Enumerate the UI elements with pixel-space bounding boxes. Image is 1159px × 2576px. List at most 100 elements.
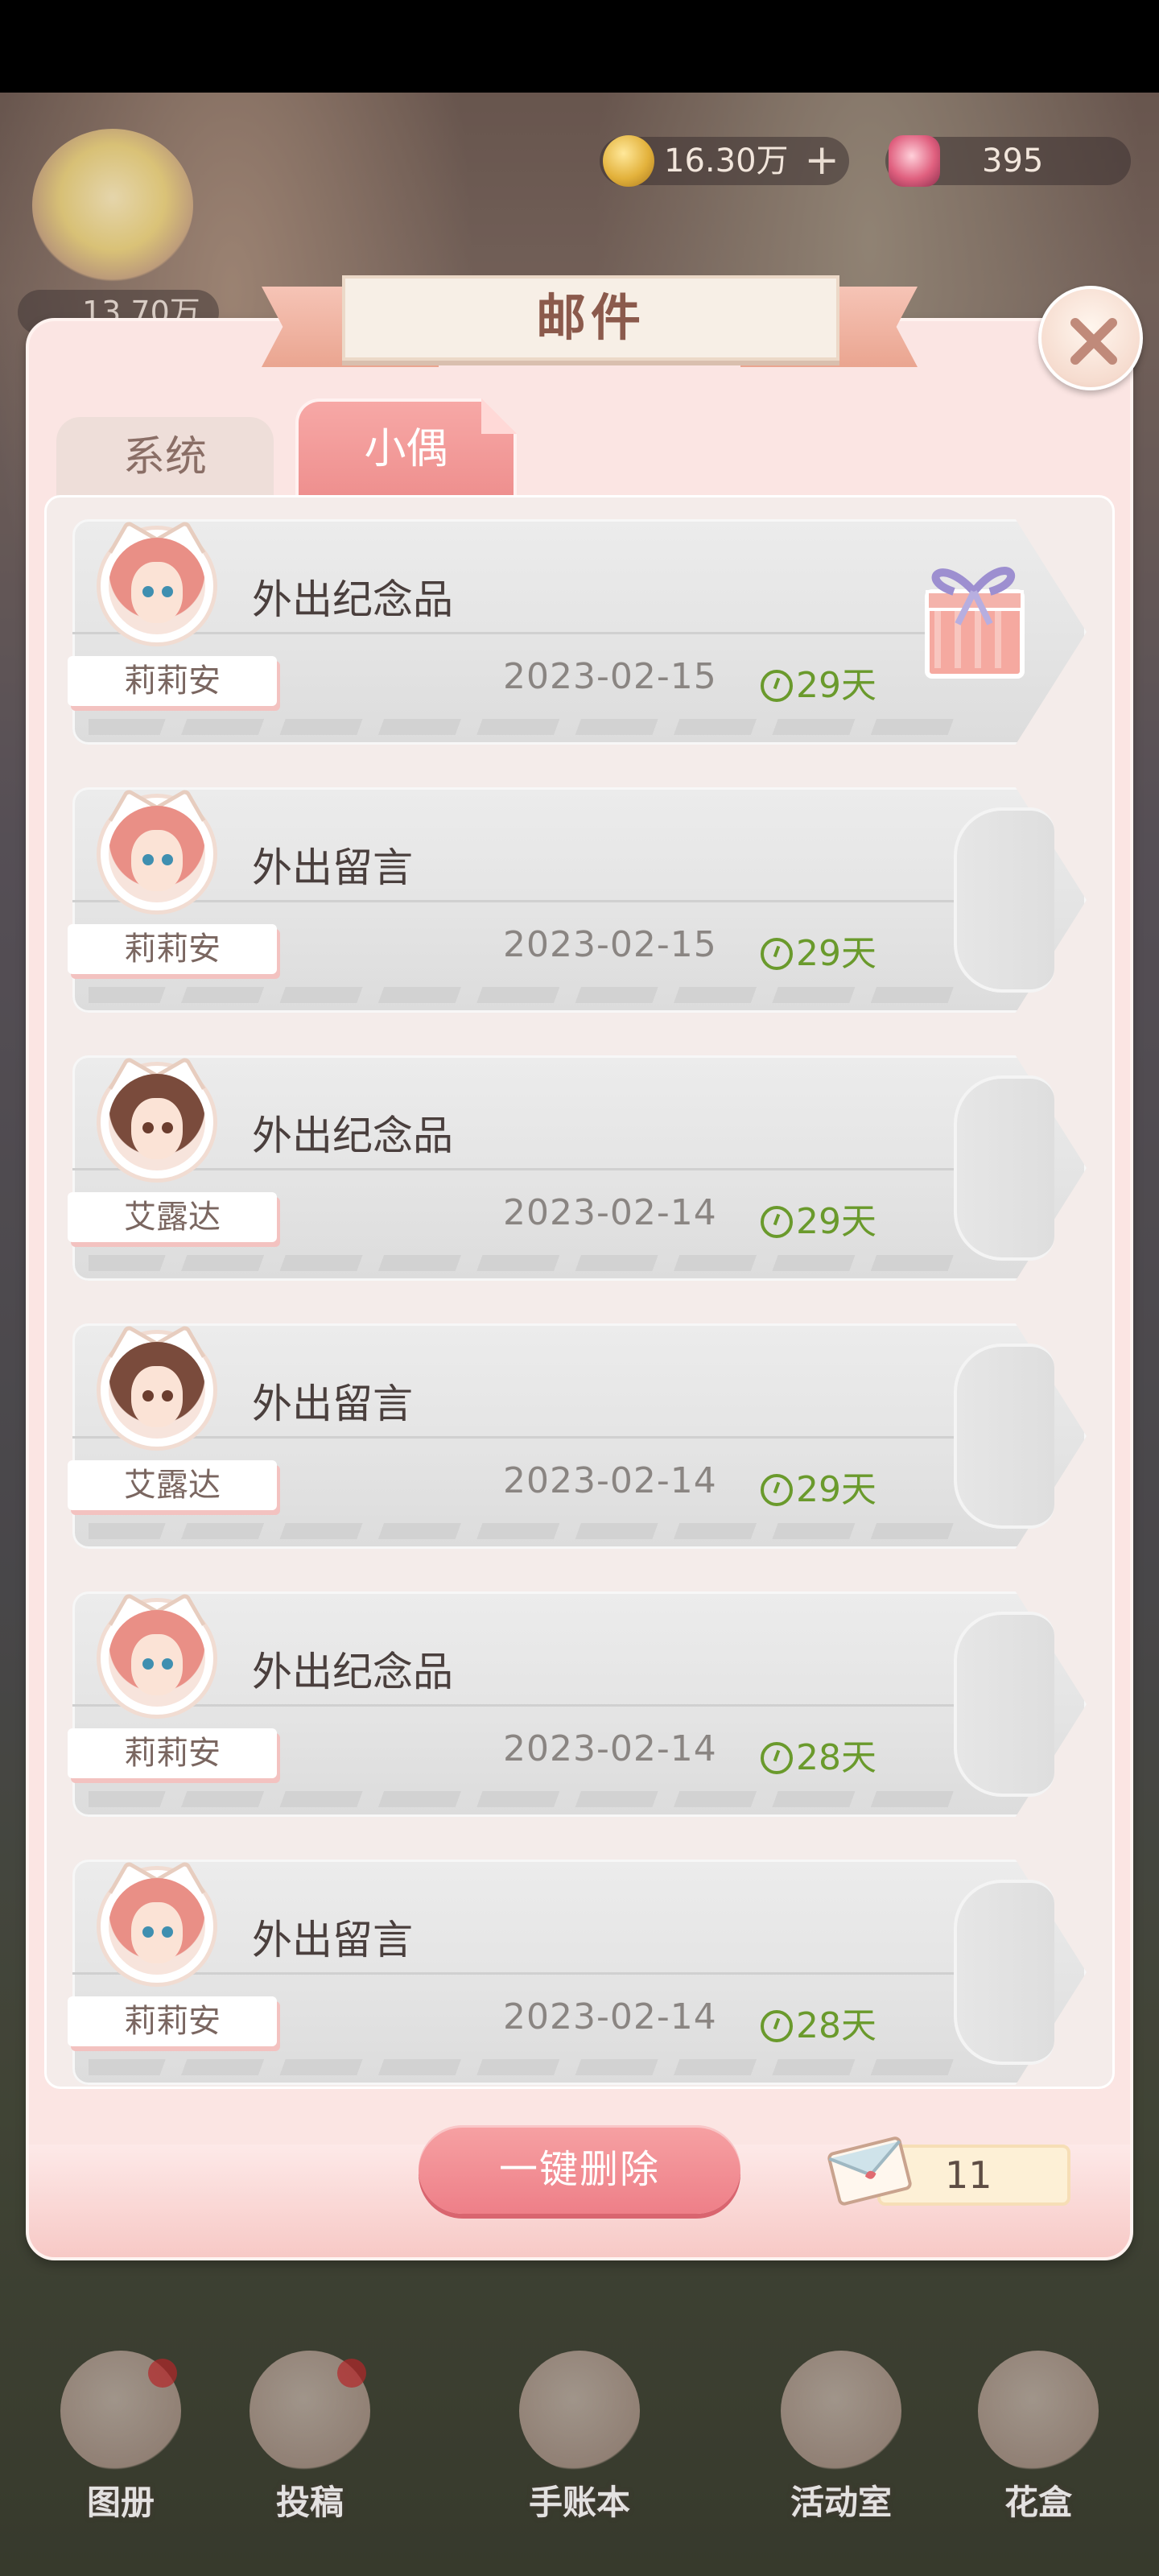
mail-divider <box>72 900 958 902</box>
doll-face-icon <box>109 1074 205 1170</box>
mail-subject: 外出纪念品 <box>252 1649 453 1695</box>
dock-item[interactable]: 手账本 <box>499 2334 660 2536</box>
delete-all-button[interactable]: 一键删除 <box>419 2125 740 2214</box>
clock-icon <box>761 2010 793 2042</box>
notification-dot <box>148 2359 177 2388</box>
clock-icon <box>761 1206 793 1238</box>
dock-icon <box>519 2351 640 2471</box>
doll-face-icon <box>109 1610 205 1707</box>
clock-icon <box>761 1474 793 1506</box>
doll-face-icon <box>109 1878 205 1975</box>
expiry-text: 28天 <box>796 1737 876 1778</box>
tab-xiaoou-label: 小偶 <box>364 425 448 473</box>
expiry-text: 29天 <box>796 665 876 706</box>
sender-name: 莉莉安 <box>68 656 277 706</box>
sender-name: 莉莉安 <box>68 924 277 974</box>
coin-counter[interactable]: 16.30万 + <box>600 135 849 187</box>
player-avatar[interactable] <box>32 129 193 282</box>
gem-icon <box>889 135 940 187</box>
coin-amount: 16.30万 <box>664 142 789 180</box>
plus-icon[interactable]: + <box>804 137 839 184</box>
mail-item[interactable]: 莉莉安 外出留言 2023-02-15 29天 <box>68 787 1087 1013</box>
envelope-flap <box>954 1612 1054 1797</box>
mail-date: 2023-02-15 <box>503 924 717 965</box>
status-bar <box>0 0 1159 93</box>
doll-face-icon <box>109 538 205 634</box>
mail-item[interactable]: 莉莉安 外出纪念品 2023-02-15 29天 <box>68 519 1087 745</box>
sender-name: 艾露达 <box>68 1460 277 1510</box>
mail-stripe-decoration <box>89 1255 958 1271</box>
mail-stripe-decoration <box>89 1523 958 1539</box>
sender-avatar <box>97 1591 217 1719</box>
mail-subject: 外出纪念品 <box>252 576 453 623</box>
mail-count-value: 11 <box>945 2153 992 2197</box>
mail-item[interactable]: 艾露达 外出留言 2023-02-14 29天 <box>68 1323 1087 1549</box>
expiry-text: 29天 <box>796 1469 876 1510</box>
clock-icon <box>761 1742 793 1774</box>
envelope-flap <box>954 807 1054 993</box>
envelope-icon <box>827 2136 912 2206</box>
mail-subject: 外出留言 <box>252 1381 413 1427</box>
dock-label: 图册 <box>86 2483 155 2522</box>
mail-divider <box>72 1704 958 1707</box>
sender-name: 莉莉安 <box>68 1996 277 2046</box>
sender-name: 莉莉安 <box>68 1728 277 1778</box>
mail-divider <box>72 1972 958 1975</box>
mail-stripe-decoration <box>89 987 958 1003</box>
mail-expiry: 29天 <box>761 1192 876 1244</box>
mail-date: 2023-02-14 <box>503 1460 717 1501</box>
dock-item[interactable]: 投稿 <box>229 2334 390 2536</box>
tab-xiaoou[interactable]: 小偶 <box>295 398 517 497</box>
notification-dot <box>337 2359 366 2388</box>
dock-icon <box>781 2351 901 2471</box>
expiry-text: 29天 <box>796 1201 876 1242</box>
mail-item[interactable]: 莉莉安 外出纪念品 2023-02-14 28天 <box>68 1591 1087 1817</box>
mail-expiry: 29天 <box>761 924 876 976</box>
dock-item[interactable]: 图册 <box>40 2334 201 2536</box>
mail-item[interactable]: 艾露达 外出纪念品 2023-02-14 29天 <box>68 1055 1087 1281</box>
mail-stripe-decoration <box>89 1791 958 1807</box>
close-button[interactable] <box>1038 286 1143 390</box>
clock-icon <box>761 670 793 702</box>
dock-label: 手账本 <box>528 2483 630 2522</box>
delete-all-label: 一键删除 <box>498 2147 660 2192</box>
mail-divider <box>72 1168 958 1170</box>
gem-counter[interactable]: 395 <box>885 135 1131 187</box>
mail-divider <box>72 632 958 634</box>
mail-subject: 外出留言 <box>252 844 413 891</box>
mail-date: 2023-02-14 <box>503 1728 717 1769</box>
sender-avatar <box>97 1323 217 1451</box>
modal-title: 邮件 <box>342 275 839 361</box>
mail-expiry: 29天 <box>761 1460 876 1512</box>
mail-date: 2023-02-14 <box>503 1192 717 1233</box>
mail-item[interactable]: 莉莉安 外出留言 2023-02-14 28天 <box>68 1860 1087 2085</box>
doll-face-icon <box>109 1342 205 1439</box>
mail-stripe-decoration <box>89 719 958 735</box>
tab-system[interactable]: 系统 <box>56 417 274 497</box>
expiry-text: 28天 <box>796 2005 876 2046</box>
sender-avatar <box>97 1055 217 1183</box>
dock-item[interactable]: 花盒 <box>958 2334 1119 2536</box>
mail-expiry: 28天 <box>761 1728 876 1780</box>
gem-amount: 395 <box>982 142 1044 180</box>
close-icon <box>1070 318 1117 365</box>
envelope-flap <box>954 1075 1054 1261</box>
expiry-text: 29天 <box>796 933 876 974</box>
mail-date: 2023-02-15 <box>503 656 717 697</box>
sender-avatar <box>97 1860 217 1987</box>
mail-divider <box>72 1436 958 1439</box>
sender-avatar <box>97 787 217 914</box>
gift-icon[interactable] <box>909 547 1030 684</box>
mail-subject: 外出纪念品 <box>252 1113 453 1159</box>
mail-subject: 外出留言 <box>252 1917 413 1963</box>
mail-stripe-decoration <box>89 2059 958 2075</box>
dock-item[interactable]: 活动室 <box>761 2334 922 2536</box>
mail-expiry: 29天 <box>761 656 876 708</box>
dock-label: 投稿 <box>275 2483 344 2522</box>
mail-date: 2023-02-14 <box>503 1996 717 2037</box>
envelope-flap <box>954 1880 1054 2065</box>
mail-expiry: 28天 <box>761 1996 876 2048</box>
tab-system-label: 系统 <box>122 433 207 481</box>
coin-icon <box>603 135 654 187</box>
clock-icon <box>761 938 793 970</box>
